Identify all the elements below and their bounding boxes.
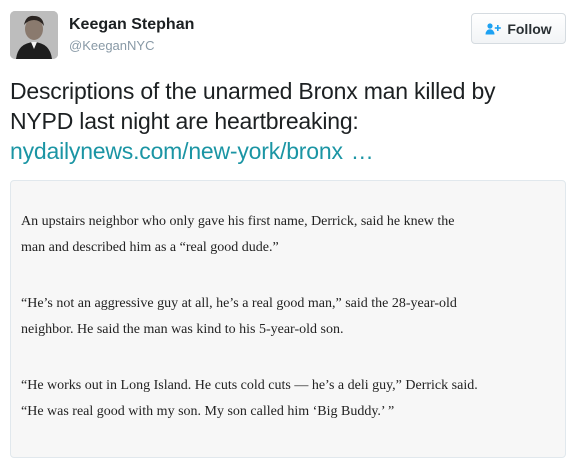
add-user-icon: [485, 22, 502, 35]
image-text-line: An upstairs neighbor who only gave his f…: [21, 214, 455, 229]
image-text-line: “He works out in Long Island. He cuts co…: [21, 378, 478, 393]
avatar[interactable]: [10, 11, 58, 59]
follow-button[interactable]: Follow: [471, 13, 566, 44]
tweet-image[interactable]: An upstairs neighbor who only gave his f…: [10, 180, 566, 458]
tweet-text: Descriptions of the unarmed Bronx man ki…: [10, 76, 566, 166]
image-text-line: “He’s not an aggressive guy at all, he’s…: [21, 296, 457, 311]
user-handle[interactable]: @KeeganNYC: [69, 38, 154, 53]
image-paragraph: An upstairs neighbor who only gave his f…: [21, 209, 561, 261]
tweet-link[interactable]: nydailynews.com/new-york/bronx …: [10, 138, 374, 164]
tweet-link-text: nydailynews.com/new-york/bronx: [10, 138, 343, 164]
follow-label: Follow: [507, 20, 552, 37]
tweet-link-ellipsis: …: [350, 138, 374, 164]
display-name[interactable]: Keegan Stephan: [69, 16, 194, 34]
user-photo-icon: [10, 11, 58, 59]
image-paragraph: “He works out in Long Island. He cuts co…: [21, 373, 561, 425]
image-text-line: man and described him as a “real good du…: [21, 240, 279, 255]
tweet-text-line: NYPD last night are heartbreaking:: [10, 108, 359, 134]
tweet-text-line: Descriptions of the unarmed Bronx man ki…: [10, 78, 496, 104]
image-paragraph: “He’s not an aggressive guy at all, he’s…: [21, 291, 561, 343]
image-text-line: neighbor. He said the man was kind to hi…: [21, 322, 344, 337]
image-text-line: “He was real good with my son. My son ca…: [21, 404, 395, 419]
